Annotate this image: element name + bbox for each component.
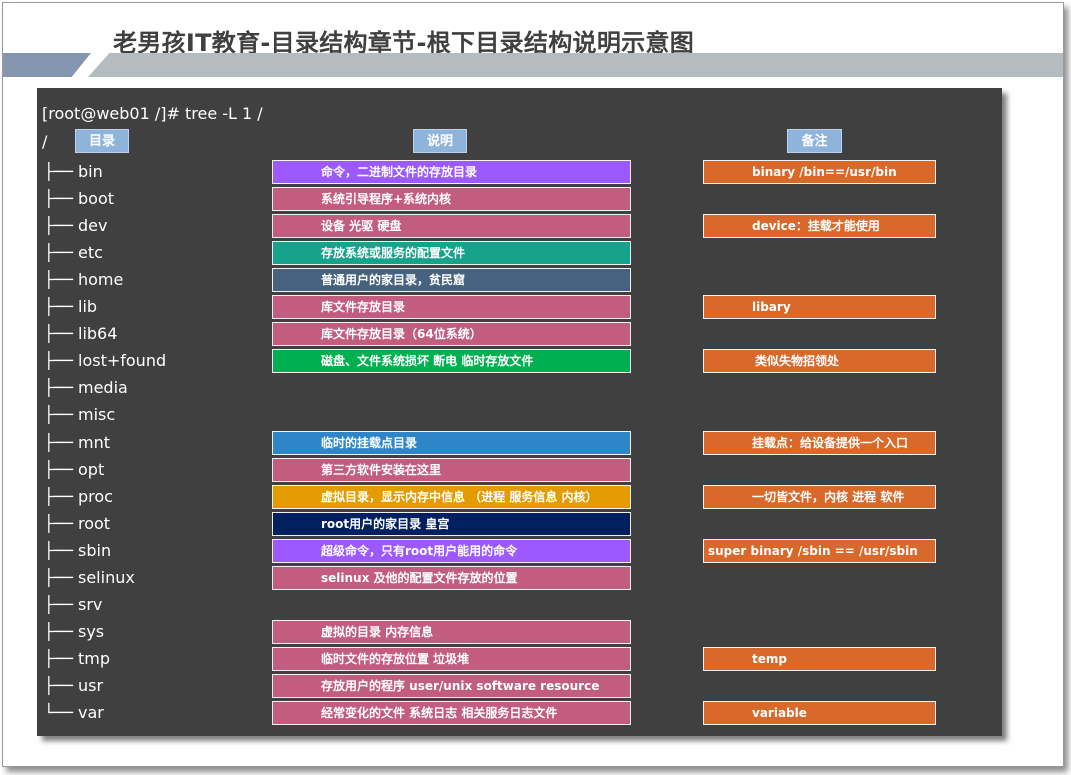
desc-box: 存放用户的程序 user/unix software resource (272, 673, 631, 698)
tree-branch: ├── (44, 675, 73, 695)
desc-box: 虚拟目录，显示内存中信息 （进程 服务信息 内核） (272, 484, 631, 509)
desc-box: 存放系统或服务的配置文件 (272, 241, 631, 266)
dir-name: home (78, 270, 124, 290)
note-box: variable (703, 701, 936, 725)
tree-item-lib64: ├── lib64 (44, 323, 117, 345)
desc-box: 磁盘、文件系统损坏 断电 临时存放文件 (272, 349, 631, 374)
header-dir: 目录 (75, 129, 129, 153)
note-box: 挂载点：给设备提供一个入口 (703, 430, 936, 455)
dir-name: lib64 (78, 324, 118, 344)
note-box: 类似失物招领处 (703, 349, 936, 374)
desc-box: root用户的家目录 皇宫 (272, 511, 631, 536)
dir-name: etc (78, 243, 103, 263)
desc-box: 库文件存放目录 (272, 295, 631, 320)
tree-branch: ├── (44, 540, 73, 560)
note-box: temp (703, 646, 936, 671)
tree-branch: ├── (44, 648, 73, 668)
desc-box: 经常变化的文件 系统日志 相关服务日志文件 (272, 701, 631, 725)
tree-root: / (42, 132, 48, 151)
tree-branch: ├── (44, 351, 73, 371)
tree-item-boot: ├── boot (44, 188, 114, 210)
tree-branch: ├── (44, 621, 73, 641)
dir-name: opt (78, 459, 105, 479)
tree-item-mnt: ├── mnt (44, 432, 110, 454)
band-blue-segment (3, 53, 91, 77)
tree-branch: ├── (44, 270, 73, 290)
dir-name: misc (78, 405, 116, 425)
tree-item-proc: ├── proc (44, 486, 113, 508)
desc-box: 超级命令，只有root用户能用的命令 (272, 538, 631, 563)
desc-box: 第三方软件安装在这里 (272, 457, 631, 482)
tree-branch: ├── (44, 162, 73, 181)
tree-item-root: ├── root (44, 513, 110, 535)
tree-item-opt: ├── opt (44, 459, 104, 481)
note-box: binary /bin==/usr/bin (703, 160, 936, 184)
tree-branch: ├── (44, 432, 73, 452)
header-desc: 说明 (413, 129, 467, 153)
desc-box: 系统引导程序+系统内核 (272, 187, 631, 212)
tree-item-lost-found: ├── lost+found (44, 350, 166, 372)
note-box: libary (703, 295, 936, 320)
dir-name: root (78, 513, 111, 533)
tree-item-home: ├── home (44, 269, 123, 291)
dir-name: srv (78, 594, 103, 614)
tree-branch: ├── (44, 567, 73, 587)
tree-item-sys: ├── sys (44, 621, 104, 643)
tree-item-bin: ├── bin (44, 161, 103, 183)
tree-item-selinux: ├── selinux (44, 567, 135, 589)
tree-command: [root@web01 /]# tree -L 1 / (42, 104, 263, 123)
tree-branch: ├── (44, 243, 73, 263)
desc-box: 普通用户的家目录，贫民窟 (272, 268, 631, 293)
dir-name: proc (78, 486, 113, 506)
tree-branch: ├── (44, 297, 73, 317)
tree-branch: ├── (44, 594, 73, 614)
dir-name: bin (78, 162, 103, 181)
desc-box: 临时的挂载点目录 (272, 430, 631, 455)
tree-branch: ├── (44, 324, 73, 344)
tree-item-sbin: ├── sbin (44, 540, 111, 562)
tree-branch: ├── (44, 486, 73, 506)
dir-name: lib (78, 297, 98, 317)
dir-name: boot (78, 189, 115, 209)
tree-branch: ├── (44, 459, 73, 479)
desc-box: 设备 光驱 硬盘 (272, 214, 631, 239)
desc-box: selinux 及他的配置文件存放的位置 (272, 565, 631, 590)
dir-name: selinux (78, 567, 135, 587)
tree-item-var: └── var (44, 702, 104, 724)
tree-item-usr: ├── usr (44, 675, 103, 697)
note-box: device：挂载才能使用 (703, 214, 936, 239)
tree-item-media: ├── media (44, 377, 128, 399)
tree-branch: ├── (44, 378, 73, 398)
tree-item-dev: ├── dev (44, 215, 107, 237)
band-gray-segment (88, 53, 1063, 77)
tree-branch: └── (44, 703, 73, 722)
tree-item-lib: ├── lib (44, 296, 97, 318)
tree-item-etc: ├── etc (44, 242, 103, 264)
tree-branch: ├── (44, 405, 73, 425)
dir-name: usr (78, 675, 104, 695)
dir-name: dev (78, 216, 108, 236)
desc-box: 命令，二进制文件的存放目录 (272, 160, 631, 184)
tree-branch: ├── (44, 189, 73, 209)
tree-item-tmp: ├── tmp (44, 648, 110, 670)
header-note: 备注 (787, 129, 842, 153)
note-box: super binary /sbin == /usr/sbin (703, 538, 936, 563)
tree-item-srv: ├── srv (44, 594, 102, 616)
tree-item-misc: ├── misc (44, 404, 115, 426)
terminal-panel: [root@web01 /]# tree -L 1 / / 目录 说明 备注 ├… (37, 88, 1002, 736)
desc-box: 临时文件的存放位置 垃圾堆 (272, 646, 631, 671)
dir-name: var (78, 703, 104, 722)
dir-name: media (78, 378, 128, 398)
desc-box: 虚拟的目录 内存信息 (272, 619, 631, 644)
dir-name: mnt (78, 432, 110, 452)
tree-branch: ├── (44, 216, 73, 236)
desc-box: 库文件存放目录（64位系统） (272, 322, 631, 347)
dir-name: lost+found (78, 351, 167, 371)
dir-name: tmp (78, 648, 111, 668)
tree-branch: ├── (44, 513, 73, 533)
note-box: 一切皆文件，内核 进程 软件 (703, 484, 936, 509)
dir-name: sbin (78, 540, 112, 560)
dir-name: sys (78, 621, 105, 641)
title-band (3, 53, 1063, 77)
